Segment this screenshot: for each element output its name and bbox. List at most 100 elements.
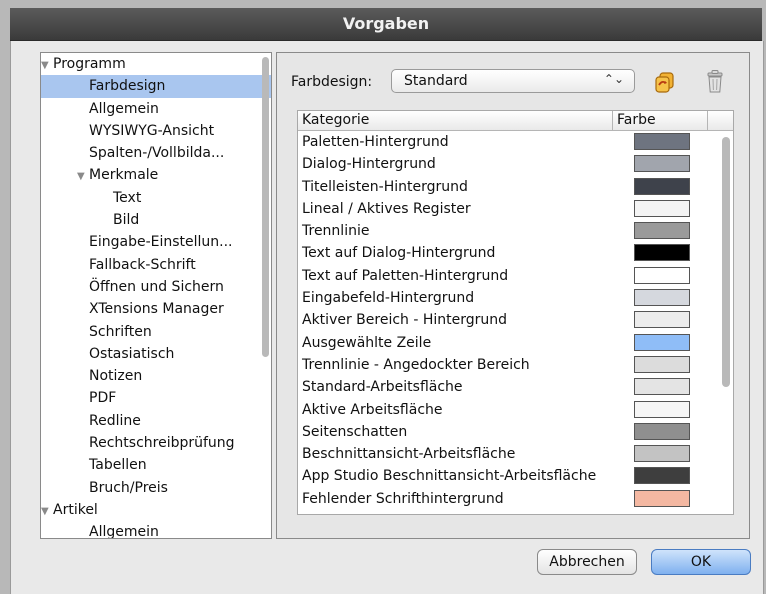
category-label: Standard-Arbeitsfläche (302, 379, 463, 396)
tree-item[interactable]: Schriften (41, 321, 271, 343)
tree-item-label: Merkmale (89, 167, 159, 184)
color-swatch[interactable] (634, 422, 690, 440)
tree-item[interactable]: Redline (41, 410, 271, 432)
category-label: Fehlender Schrifthintergrund (302, 490, 504, 507)
tree-item[interactable]: Spalten-/Vollbilda... (41, 142, 271, 164)
tree-item[interactable]: Ostasiatisch (41, 343, 271, 365)
scheme-select-value: Standard (404, 73, 468, 89)
color-swatch[interactable] (634, 355, 690, 373)
tree-item[interactable]: Tabellen (41, 454, 271, 476)
table-row[interactable]: Dialog-Hintergrund (298, 153, 713, 175)
tree-item-label: Öffnen und Sichern (89, 278, 224, 295)
tree-item-label: Redline (89, 412, 141, 429)
window-title: Vorgaben (342, 14, 430, 33)
trash-icon[interactable] (705, 69, 725, 95)
category-label: Eingabefeld-Hintergrund (302, 290, 475, 307)
color-swatch[interactable] (634, 311, 690, 329)
table-row[interactable]: Aktiver Bereich - Hintergrund (298, 309, 713, 331)
tree-item[interactable]: WYSIWYG-Ansicht (41, 120, 271, 142)
category-label: Paletten-Hintergrund (302, 134, 449, 150)
color-swatch[interactable] (634, 378, 690, 396)
category-label: Seitenschatten (302, 423, 408, 440)
scheme-select[interactable]: Standard ⌃⌄ (391, 69, 635, 93)
color-swatch[interactable] (634, 155, 690, 173)
tree-scrollbar[interactable] (262, 57, 269, 357)
tree-item-label: Rechtschreibprüfung (89, 435, 235, 452)
tree-item[interactable]: PDF (41, 387, 271, 409)
color-swatch[interactable] (634, 289, 690, 307)
tree-item-label: Text (113, 189, 142, 206)
tree-item-label: Spalten-/Vollbilda... (89, 145, 225, 162)
tree-item[interactable]: Fallback-Schrift (41, 254, 271, 276)
color-swatch[interactable] (634, 445, 690, 463)
table-row[interactable]: App Studio Beschnittansicht-Arbeitsfläch… (298, 465, 713, 487)
tree-item-label: Allgemein (89, 524, 159, 539)
tree-item[interactable]: ▼ Merkmale (41, 164, 271, 186)
tree-item[interactable]: ▼ Programm (41, 53, 271, 75)
table-row[interactable]: Trennlinie - Angedockter Bereich (298, 354, 713, 376)
tree-item[interactable]: XTensions Manager (41, 298, 271, 320)
duplicate-icon[interactable] (653, 70, 677, 94)
table-row[interactable]: Titelleisten-Hintergrund (298, 176, 713, 198)
tree-item[interactable]: Eingabe-Einstellun... (41, 231, 271, 253)
disclosure-triangle-icon[interactable]: ▼ (77, 166, 89, 186)
preferences-tree: ▼ Programm Farbdesign Allgemein WYSIWYG-Ansi… (40, 52, 272, 539)
tree-item[interactable]: Allgemein (41, 98, 271, 120)
category-label: Aktive Arbeitsfläche (302, 401, 443, 418)
tree-item[interactable]: Text (41, 187, 271, 209)
table-row[interactable]: Trennlinie (298, 220, 713, 242)
scheme-label: Farbdesign: (291, 74, 373, 90)
tree-item[interactable]: Farbdesign (41, 75, 271, 98)
tree-item[interactable]: Allgemein (41, 521, 271, 539)
disclosure-triangle-icon[interactable]: ▼ (41, 55, 53, 75)
color-swatch[interactable] (634, 199, 690, 217)
dialog-window: Vorgaben ▼ Programm Farbdesign Allgemein WYS… (0, 0, 766, 594)
ok-button[interactable]: OK (651, 549, 751, 575)
table-row[interactable]: Ausgewählte Zeile (298, 332, 713, 354)
tree-item-label: Fallback-Schrift (89, 256, 196, 273)
tree-item[interactable]: Bruch/Preis (41, 477, 271, 499)
color-swatch[interactable] (634, 244, 690, 262)
cancel-button[interactable]: Abbrechen (537, 549, 637, 575)
color-swatch[interactable] (634, 266, 690, 284)
tree-item[interactable]: Rechtschreibprüfung (41, 432, 271, 454)
color-swatch[interactable] (634, 467, 690, 485)
tree-item[interactable]: ▼ Artikel (41, 499, 271, 521)
column-header-category[interactable]: Kategorie (302, 112, 369, 128)
category-label: App Studio Beschnittansicht-Arbeitsfläch… (302, 468, 597, 485)
table-row[interactable]: Lineal / Aktives Register (298, 198, 713, 220)
tree-item-label: Notizen (89, 368, 143, 385)
table-row[interactable]: Text auf Paletten-Hintergrund (298, 265, 713, 287)
color-swatch[interactable] (634, 177, 690, 195)
table-row[interactable]: Fehlender Schrifthintergrund (298, 488, 713, 510)
table-row[interactable]: Text auf Dialog-Hintergrund (298, 242, 713, 264)
color-swatch[interactable] (634, 333, 690, 351)
color-table: Kategorie Farbe Paletten-Hintergrund Dial… (297, 110, 734, 515)
title-bar: Vorgaben (10, 8, 762, 41)
color-swatch[interactable] (634, 400, 690, 418)
tree-item-label: Ostasiatisch (89, 345, 175, 362)
table-row[interactable]: Aktive Arbeitsfläche (298, 399, 713, 421)
column-header-color[interactable]: Farbe (612, 111, 708, 130)
category-label: Trennlinie (302, 223, 370, 240)
tree-item[interactable]: Öffnen und Sichern (41, 276, 271, 298)
tree-item[interactable]: Notizen (41, 365, 271, 387)
category-label: Aktiver Bereich - Hintergrund (302, 312, 508, 329)
tree-item-label: Bruch/Preis (89, 479, 168, 496)
table-row[interactable]: Paletten-Hintergrund (298, 131, 713, 153)
category-label: Ausgewählte Zeile (302, 334, 432, 351)
category-label: Beschnittansicht-Arbeitsfläche (302, 446, 516, 463)
table-row[interactable]: Seitenschatten (298, 421, 713, 443)
tree-item[interactable]: Bild (41, 209, 271, 231)
table-scrollbar[interactable] (722, 137, 730, 387)
color-swatch[interactable] (634, 222, 690, 240)
color-swatch[interactable] (634, 133, 690, 150)
tree-item-label: Eingabe-Einstellun... (89, 234, 233, 251)
table-row[interactable]: Eingabefeld-Hintergrund (298, 287, 713, 309)
table-row[interactable]: Standard-Arbeitsfläche (298, 376, 713, 398)
color-swatch[interactable] (634, 489, 690, 507)
tree-item-label: Schriften (89, 323, 152, 340)
tree-item-label: Bild (113, 212, 140, 229)
table-row[interactable]: Beschnittansicht-Arbeitsfläche (298, 443, 713, 465)
disclosure-triangle-icon[interactable]: ▼ (41, 501, 53, 521)
